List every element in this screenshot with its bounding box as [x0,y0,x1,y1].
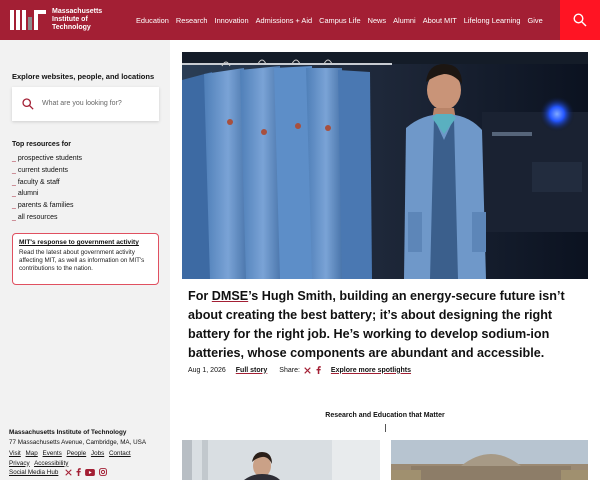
footer-link-jobs[interactable]: Jobs [91,450,104,457]
resource-link-parents[interactable]: _ parents & families [12,200,82,212]
notice-title-link[interactable]: MIT's response to government activity [19,239,152,246]
dmse-link[interactable]: DMSE [212,289,248,303]
spotlight-date: Aug 1, 2026 [188,366,226,374]
resource-link-all[interactable]: _ all resources [12,212,82,224]
explore-heading: Explore websites, people, and locations [12,72,155,81]
mit-logo-mark [10,10,46,30]
footer-link-privacy[interactable]: Privacy [9,460,30,467]
footer-link-accessibility[interactable]: Accessibility [34,460,68,467]
nav-alumni[interactable]: Alumni [393,16,416,25]
search-icon [22,98,34,110]
share-facebook-icon[interactable] [316,366,321,374]
facebook-icon[interactable] [76,468,81,477]
footer-address: 77 Massachusetts Avenue, Cambridge, MA, … [9,439,147,446]
nav-give[interactable]: Give [528,16,543,25]
full-story-link[interactable]: Full story [236,367,268,374]
youtube-icon[interactable] [85,468,96,476]
footer-link-people[interactable]: People [67,450,87,457]
story-thumbnail-1[interactable] [182,440,380,480]
spotlight-headline: For DMSE’s Hugh Smith, building an energ… [188,287,584,363]
footer-link-map[interactable]: Map [26,450,38,457]
mit-logo[interactable]: Massachusetts Institute of Technology [10,0,124,40]
logo-line-3: Technology [52,24,91,31]
share-label: Share: [279,366,300,374]
resource-link-prospective[interactable]: _ prospective students [12,153,82,165]
footer-link-events[interactable]: Events [43,450,62,457]
share-x-icon[interactable] [304,366,311,374]
nav-lifelong-learning[interactable]: Lifelong Learning [464,16,521,25]
spotlight-meta: Aug 1, 2026 Full story Share: Explore mo… [188,366,411,374]
thumbnail-photo-dome [391,440,588,480]
section-title: Research and Education that Matter [325,412,445,419]
top-bar: Massachusetts Institute of Technology Ed… [0,0,600,40]
thumbnail-photo-portrait [182,440,380,480]
notice-body: Read the latest about government activit… [19,249,145,272]
footer-link-visit[interactable]: Visit [9,450,21,457]
search-input[interactable]: What are you looking for? [42,98,122,110]
story-thumbnail-2[interactable] [391,440,588,480]
x-icon[interactable] [65,469,72,476]
resource-link-alumni[interactable]: _ alumni [12,188,82,200]
main-nav: Education Research Innovation Admissions… [136,0,550,40]
nav-research[interactable]: Research [176,16,208,25]
search-icon [573,13,587,27]
logo-line-2: Institute of [52,16,88,23]
top-resources-heading: Top resources for [12,141,71,148]
logo-line-1: Massachusetts [52,8,103,15]
nav-campus-life[interactable]: Campus Life [319,16,361,25]
nav-about-mit[interactable]: About MIT [423,16,457,25]
header-search-button[interactable] [560,0,600,40]
nav-innovation[interactable]: Innovation [215,16,249,25]
sidebar: Explore websites, people, and locations … [0,40,170,480]
nav-admissions-aid[interactable]: Admissions + Aid [256,16,312,25]
explore-spotlights-link[interactable]: Explore more spotlights [331,367,411,374]
resources-list: _ prospective students _ current student… [12,153,82,224]
resource-link-current[interactable]: _ current students [12,165,82,177]
social-icons [65,468,111,477]
resource-link-faculty[interactable]: _ faculty & staff [12,177,82,189]
sidebar-footer: Massachusetts Institute of Technology 77… [9,429,167,478]
footer-link-contact[interactable]: Contact [109,450,131,457]
footer-link-social-media-hub[interactable]: Social Media Hub [9,469,58,476]
government-activity-notice: MIT's response to government activity Re… [12,233,159,285]
section-divider [385,424,386,432]
instagram-icon[interactable] [99,468,108,477]
headline-text-pre: For [188,289,212,303]
nav-education[interactable]: Education [136,16,169,25]
logo-text: Massachusetts Institute of Technology [52,8,124,32]
hero-image[interactable] [182,52,588,279]
sidebar-search-box[interactable]: What are you looking for? [12,87,159,121]
footer-links: Visit Map Events People Jobs Contact Pri… [9,449,167,478]
footer-title: Massachusetts Institute of Technology [9,429,127,436]
nav-news[interactable]: News [368,16,386,25]
hero-photo-lab-coats [182,52,588,279]
